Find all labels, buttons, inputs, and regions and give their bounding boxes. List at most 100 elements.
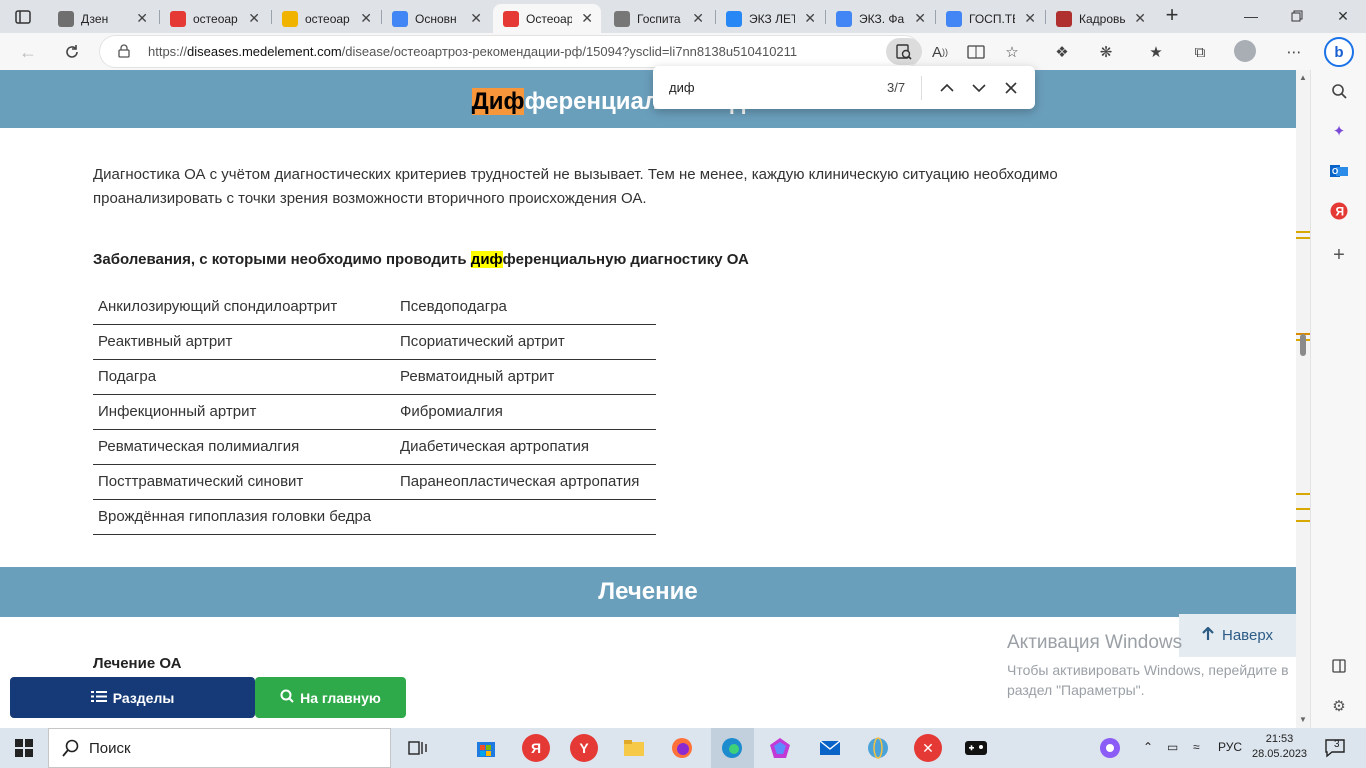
find-in-page-icon[interactable]: [886, 38, 922, 65]
split-screen-icon[interactable]: [966, 42, 986, 62]
file-explorer-icon[interactable]: [620, 734, 648, 762]
app-gem-icon[interactable]: [766, 734, 794, 762]
sections-button[interactable]: Разделы: [10, 677, 255, 718]
table-cell: Инфекционный артрит: [93, 394, 395, 430]
more-menu-icon[interactable]: ⋯: [1284, 42, 1304, 62]
find-match: диф: [470, 251, 503, 268]
close-app-icon[interactable]: ✕: [914, 734, 942, 762]
scroll-thumb[interactable]: [1300, 334, 1306, 356]
section-header-diff-diagnosis: Дифференциальный диагноз: [0, 70, 1296, 128]
browser-tab[interactable]: Дзен ✕: [48, 4, 156, 33]
tab-title: ГОСП.ТЕ: [969, 11, 1015, 26]
docs-icon: [836, 10, 852, 27]
current-find-match: Диф: [471, 88, 525, 115]
close-window-button[interactable]: ✕: [1328, 6, 1358, 26]
extensions-icon[interactable]: ❋: [1096, 42, 1116, 62]
add-favorite-icon[interactable]: ☆: [1002, 42, 1022, 62]
mail-icon[interactable]: [816, 734, 844, 762]
search-icon[interactable]: [1328, 80, 1350, 102]
browser-tab[interactable]: Кадровь ✕: [1046, 4, 1154, 33]
tab-close-icon[interactable]: ✕: [692, 10, 704, 27]
browser-tab[interactable]: Основн ✕: [382, 4, 490, 33]
find-input[interactable]: [669, 80, 869, 95]
tray-chevron-up-icon[interactable]: ⌃: [1143, 740, 1153, 754]
alice-assistant-icon[interactable]: [1096, 734, 1124, 762]
search-icon: [62, 739, 80, 762]
gear-icon[interactable]: ⚙: [1328, 695, 1350, 717]
notification-icon[interactable]: 3: [1323, 737, 1347, 759]
firefox-icon[interactable]: [668, 734, 696, 762]
find-close-icon[interactable]: [999, 76, 1023, 100]
scroll-down-arrow-icon[interactable]: ▼: [1299, 715, 1307, 724]
tab-title: остеоар: [193, 11, 238, 26]
yandex-images-icon: [282, 10, 298, 27]
new-tab-button[interactable]: +: [1160, 4, 1184, 27]
windows-taskbar: Поиск Я Y ✕ ⌃ ▭ ≈ РУС 21:53 28.05.2023 3: [0, 728, 1366, 768]
task-view-icon[interactable]: [404, 734, 432, 762]
tray-network-icon[interactable]: ≈: [1193, 740, 1200, 754]
url-text[interactable]: https://diseases.medelement.com/disease/…: [148, 44, 797, 59]
tab-separator: [715, 10, 716, 24]
diff-diagnosis-table: Анкилозирующий спондилоартрит Псевдоподаг…: [93, 289, 656, 535]
minimize-button[interactable]: —: [1236, 6, 1266, 26]
gamepad-icon[interactable]: [962, 734, 990, 762]
tab-close-icon[interactable]: ✕: [1134, 10, 1146, 27]
tab-close-icon[interactable]: ✕: [581, 10, 593, 27]
yandex-browser-icon[interactable]: Я: [522, 734, 550, 762]
find-previous-chevron-up-icon[interactable]: [935, 76, 959, 100]
vk-icon: [726, 10, 742, 27]
browser-tab[interactable]: остеоар ✕: [272, 4, 380, 33]
tab-close-icon[interactable]: ✕: [470, 10, 482, 27]
page-scrollbar[interactable]: ▲ ▼: [1296, 70, 1310, 728]
profile-avatar[interactable]: [1234, 40, 1256, 62]
yandex-app-icon[interactable]: Y: [570, 734, 598, 762]
tab-title: ЭКЗ. Фа: [859, 11, 905, 26]
tab-actions-icon[interactable]: [10, 6, 36, 28]
tab-close-icon[interactable]: ✕: [1024, 10, 1036, 27]
page-content: Дифференциальный диагноз Диагностика ОА …: [0, 70, 1296, 728]
browser-tab[interactable]: остеоар ✕: [160, 4, 268, 33]
tray-display-icon[interactable]: ▭: [1167, 740, 1178, 754]
find-next-chevron-down-icon[interactable]: [967, 76, 991, 100]
collections-icon[interactable]: ⧉: [1190, 42, 1210, 62]
taskbar-search-box[interactable]: Поиск: [48, 728, 391, 768]
read-aloud-icon[interactable]: A)): [930, 42, 950, 62]
lock-icon[interactable]: [118, 44, 130, 63]
edge-sidebar: ✦ O Я + ⚙: [1310, 70, 1366, 728]
sidebar-layout-icon[interactable]: [1328, 655, 1350, 677]
bing-chat-icon[interactable]: b: [1324, 37, 1354, 67]
scroll-up-arrow-icon[interactable]: ▲: [1299, 73, 1307, 82]
tab-close-icon[interactable]: ✕: [914, 10, 926, 27]
favorites-icon[interactable]: ★: [1146, 42, 1166, 62]
browser-tab[interactable]: ГОСП.ТЕ ✕: [936, 4, 1044, 33]
browser-tab[interactable]: ЭКЗ ЛЕТ ✕: [716, 4, 824, 33]
outlook-icon[interactable]: O: [1328, 160, 1350, 182]
collections-app-icon[interactable]: ❖: [1052, 42, 1072, 62]
section-header-treatment: Лечение: [0, 567, 1296, 617]
yandex-icon[interactable]: Я: [1328, 200, 1350, 222]
tab-close-icon[interactable]: ✕: [804, 10, 816, 27]
add-sidebar-app-icon[interactable]: +: [1328, 244, 1350, 266]
address-bar[interactable]: https://diseases.medelement.com/disease/…: [100, 36, 922, 67]
browser-tab[interactable]: Остеоар ✕: [493, 4, 601, 33]
tab-close-icon[interactable]: ✕: [136, 10, 148, 27]
browser-tab[interactable]: ЭКЗ. Фа ✕: [826, 4, 934, 33]
restore-button[interactable]: [1282, 6, 1312, 26]
reload-button[interactable]: [60, 40, 84, 64]
home-button[interactable]: На главную: [255, 677, 406, 718]
microsoft-store-icon[interactable]: [472, 734, 500, 762]
find-match-marker: [1296, 493, 1310, 495]
tab-close-icon[interactable]: ✕: [360, 10, 372, 27]
browser-tab[interactable]: Госпита ✕: [604, 4, 712, 33]
windows-start-icon[interactable]: [14, 738, 34, 763]
tab-separator: [825, 10, 826, 24]
tab-separator: [1045, 10, 1046, 24]
tray-language[interactable]: РУС: [1218, 740, 1242, 754]
taskbar-clock[interactable]: 21:53 28.05.2023: [1252, 732, 1307, 762]
globe-app-icon[interactable]: [864, 734, 892, 762]
tab-close-icon[interactable]: ✕: [248, 10, 260, 27]
diff-diagnosis-subheading: Заболевания, с которыми необходимо прово…: [93, 251, 749, 268]
edge-icon[interactable]: [718, 734, 746, 762]
copilot-icon[interactable]: ✦: [1328, 120, 1350, 142]
back-button[interactable]: ←: [16, 40, 40, 64]
